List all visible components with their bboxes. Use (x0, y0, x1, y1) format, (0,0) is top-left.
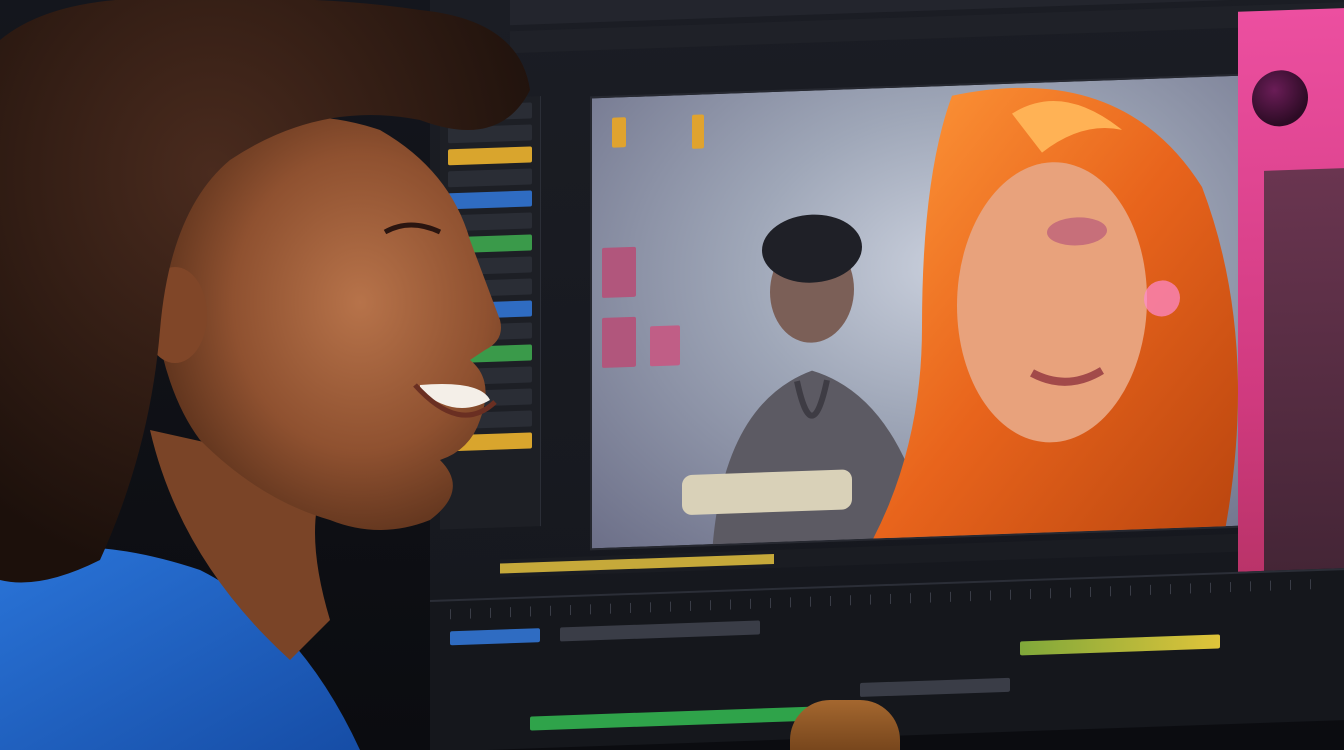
photo-scene (0, 0, 1344, 750)
wall-poster (692, 114, 704, 149)
color-wheel-icon[interactable] (1252, 69, 1308, 128)
editor-right-panel (1238, 8, 1344, 652)
foreground-woman (0, 0, 530, 750)
timeline-clip[interactable] (530, 706, 830, 731)
wall-poster (602, 246, 636, 298)
timeline-clip[interactable] (1020, 634, 1220, 656)
video-preview (590, 73, 1244, 551)
wall-poster (650, 325, 680, 367)
wall-poster (612, 117, 626, 148)
editor-monitor (430, 0, 1344, 750)
timeline-clip[interactable] (560, 620, 760, 642)
wall-poster (602, 316, 636, 368)
woman-figure (862, 87, 1238, 551)
timeline-ruler[interactable] (450, 578, 1330, 620)
timeline-clip[interactable] (860, 677, 1010, 697)
hand (790, 700, 900, 750)
